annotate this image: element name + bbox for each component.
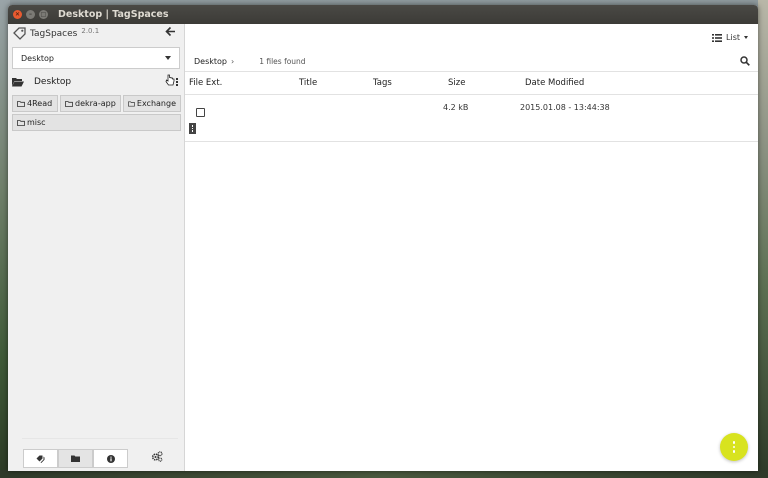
subdir-button[interactable]: 4Read: [12, 95, 58, 112]
table-header: File Ext. Title Tags Size Date Modified: [185, 71, 758, 95]
app-version: 2.0.1: [81, 27, 100, 35]
directory-menu-button[interactable]: [165, 74, 178, 86]
view-mode-dropdown[interactable]: List: [712, 33, 748, 42]
column-header-title[interactable]: Title: [299, 78, 317, 88]
tags-icon: [36, 455, 44, 463]
breadcrumb: Desktop › 1 files found: [185, 51, 758, 71]
file-date-cell: 2015.01.08 - 13:44:38: [520, 103, 610, 112]
tab-folders[interactable]: [58, 449, 93, 468]
files-found-count: 1 files found: [259, 56, 306, 66]
row-select-checkbox[interactable]: [196, 108, 205, 117]
gears-icon: [151, 451, 163, 462]
chevron-down-icon: [165, 56, 171, 60]
sidebar-tabs: [23, 449, 128, 468]
subdir-label: 4Read: [27, 99, 53, 108]
file-table: File Ext. Title Tags Size Date Modified …: [185, 71, 758, 142]
subdir-button[interactable]: Exchange: [123, 95, 181, 112]
subdirectory-list: 4Read dekra-app Exchange misc: [8, 95, 184, 131]
row-menu-button[interactable]: [189, 123, 196, 134]
search-button[interactable]: [740, 56, 750, 69]
window-controls: ✕ – □: [13, 10, 48, 19]
tag-logo-icon: [12, 27, 26, 41]
column-header-tags[interactable]: Tags: [373, 78, 392, 88]
app-window: ✕ – □ Desktop | TagSpaces TagSpaces 2.0.…: [8, 5, 758, 471]
maximize-window-button[interactable]: □: [39, 10, 48, 19]
column-header-size[interactable]: Size: [448, 78, 465, 88]
settings-button[interactable]: [151, 451, 163, 465]
info-icon: [106, 454, 115, 463]
sidebar: TagSpaces 2.0.1 Desktop Desktop 4Read de…: [8, 24, 185, 471]
minimize-window-button[interactable]: –: [26, 10, 35, 19]
table-row[interactable]: 4.2 kB 2015.01.08 - 13:44:38: [185, 95, 758, 142]
folder-icon: [71, 455, 80, 462]
folder-icon: [65, 100, 73, 107]
location-select-value: Desktop: [21, 53, 54, 63]
window-titlebar: ✕ – □ Desktop | TagSpaces: [8, 5, 758, 24]
brand: TagSpaces 2.0.1: [8, 24, 184, 44]
more-actions-fab[interactable]: [720, 433, 748, 461]
folder-icon: [128, 100, 135, 107]
app-name: TagSpaces: [30, 29, 78, 39]
column-header-date[interactable]: Date Modified: [525, 78, 584, 88]
view-mode-label: List: [726, 33, 740, 42]
tab-info[interactable]: [93, 449, 128, 468]
window-title: Desktop | TagSpaces: [58, 9, 169, 20]
folder-icon: [17, 119, 25, 126]
subdir-button[interactable]: misc: [12, 114, 181, 131]
app-body: TagSpaces 2.0.1 Desktop Desktop 4Read de…: [8, 24, 758, 471]
footer-divider: [22, 438, 178, 439]
tab-tags[interactable]: [23, 449, 58, 468]
folder-icon: [17, 100, 25, 107]
current-directory-label: Desktop: [34, 77, 72, 87]
column-header-ext[interactable]: File Ext.: [189, 78, 222, 88]
subdir-button[interactable]: dekra-app: [60, 95, 121, 112]
breadcrumb-separator: ›: [231, 56, 235, 66]
current-directory[interactable]: Desktop: [8, 69, 184, 95]
sidebar-footer: [8, 431, 184, 471]
desktop-wallpaper-right: [758, 0, 768, 478]
top-toolbar: List: [185, 24, 758, 51]
collapse-sidebar-arrow-icon[interactable]: [165, 26, 176, 41]
subdir-label: misc: [27, 118, 46, 127]
location-select[interactable]: Desktop: [12, 47, 180, 69]
vertical-dots-icon: [176, 78, 178, 86]
desktop-wallpaper-bottom: [0, 470, 768, 478]
chevron-down-icon: [744, 36, 748, 39]
search-icon: [740, 56, 750, 66]
close-window-button[interactable]: ✕: [13, 10, 22, 19]
list-icon: [712, 33, 723, 42]
folder-open-icon: [12, 77, 24, 87]
file-size-cell: 4.2 kB: [443, 103, 469, 112]
main-content: List Desktop › 1 files found File Ext. T…: [185, 24, 758, 471]
subdir-label: dekra-app: [75, 99, 116, 108]
breadcrumb-item[interactable]: Desktop: [194, 57, 227, 66]
mouse-cursor-icon: [165, 74, 175, 86]
subdir-label: Exchange: [136, 99, 176, 108]
